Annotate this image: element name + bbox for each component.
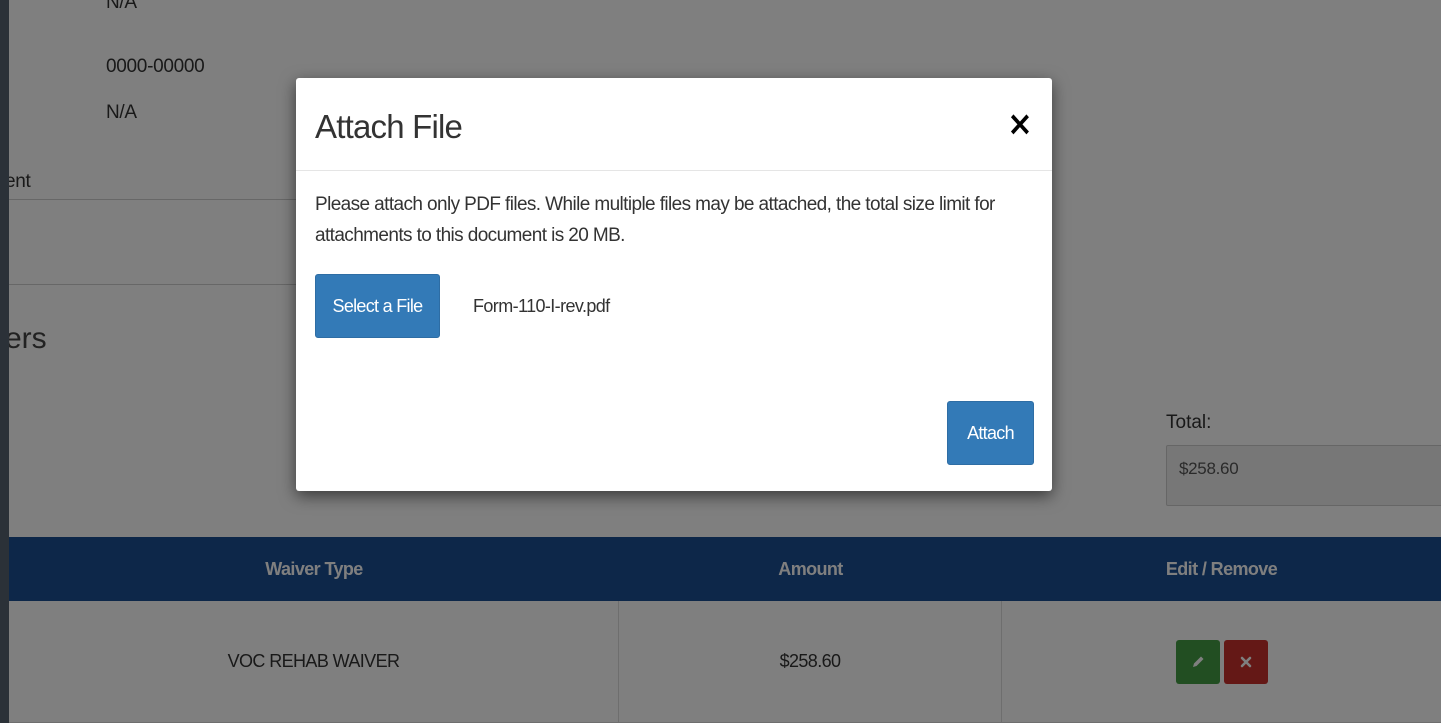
modal-body: Please attach only PDF files. While mult… [296, 171, 1052, 338]
select-file-button[interactable]: Select a File [315, 274, 440, 338]
attach-button[interactable]: Attach [947, 401, 1034, 465]
modal-header: Attach File × [296, 78, 1052, 171]
modal-message: Please attach only PDF files. While mult… [315, 194, 995, 246]
modal-title: Attach File [315, 108, 463, 145]
close-button[interactable]: × [1006, 106, 1034, 142]
file-row: Select a File Form-110-I-rev.pdf [315, 274, 1033, 338]
selected-file-name: Form-110-I-rev.pdf [473, 295, 610, 316]
attach-file-modal: Attach File × Please attach only PDF fil… [296, 78, 1052, 491]
